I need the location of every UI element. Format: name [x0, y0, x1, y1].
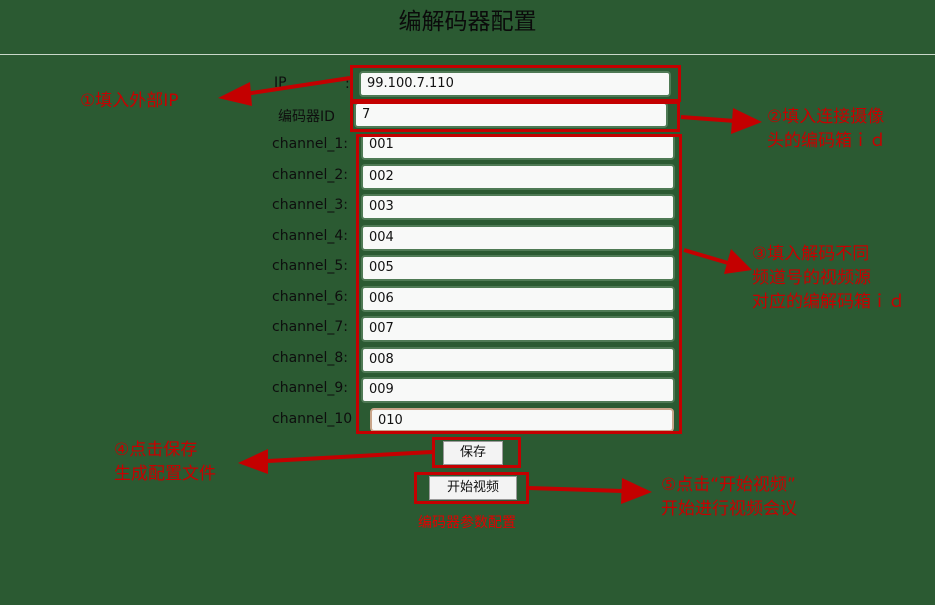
annotation-note-3: ③填入解码不同 频道号的视频源 对应的编解码箱ｉｄ [752, 242, 905, 314]
annotation-note-5: ⑤点击“开始视频” 开始进行视频会议 [661, 473, 797, 521]
annotation-line: ①填入外部IP [80, 91, 179, 111]
annotation-line: 频道号的视频源 [752, 268, 871, 288]
annotation-line: ③填入解码不同 [752, 244, 870, 264]
annotation-line: 开始进行视频会议 [661, 499, 797, 519]
annotation-note-2: ②填入连接摄像 头的编码箱ｉｄ [767, 105, 886, 153]
annotation-note-1: ①填入外部IP [80, 89, 179, 113]
annotation-line: ⑤点击“开始视频” [661, 475, 796, 495]
annotation-line: ②填入连接摄像 [767, 107, 885, 127]
annotation-note-4: ④点击保存 生成配置文件 [114, 438, 216, 486]
annotation-line: ④点击保存 [114, 440, 198, 460]
annotation-line: 头的编码箱ｉｄ [767, 131, 886, 151]
annotation-line: 对应的编解码箱ｉｄ [752, 292, 905, 312]
annotation-line: 生成配置文件 [114, 464, 216, 484]
